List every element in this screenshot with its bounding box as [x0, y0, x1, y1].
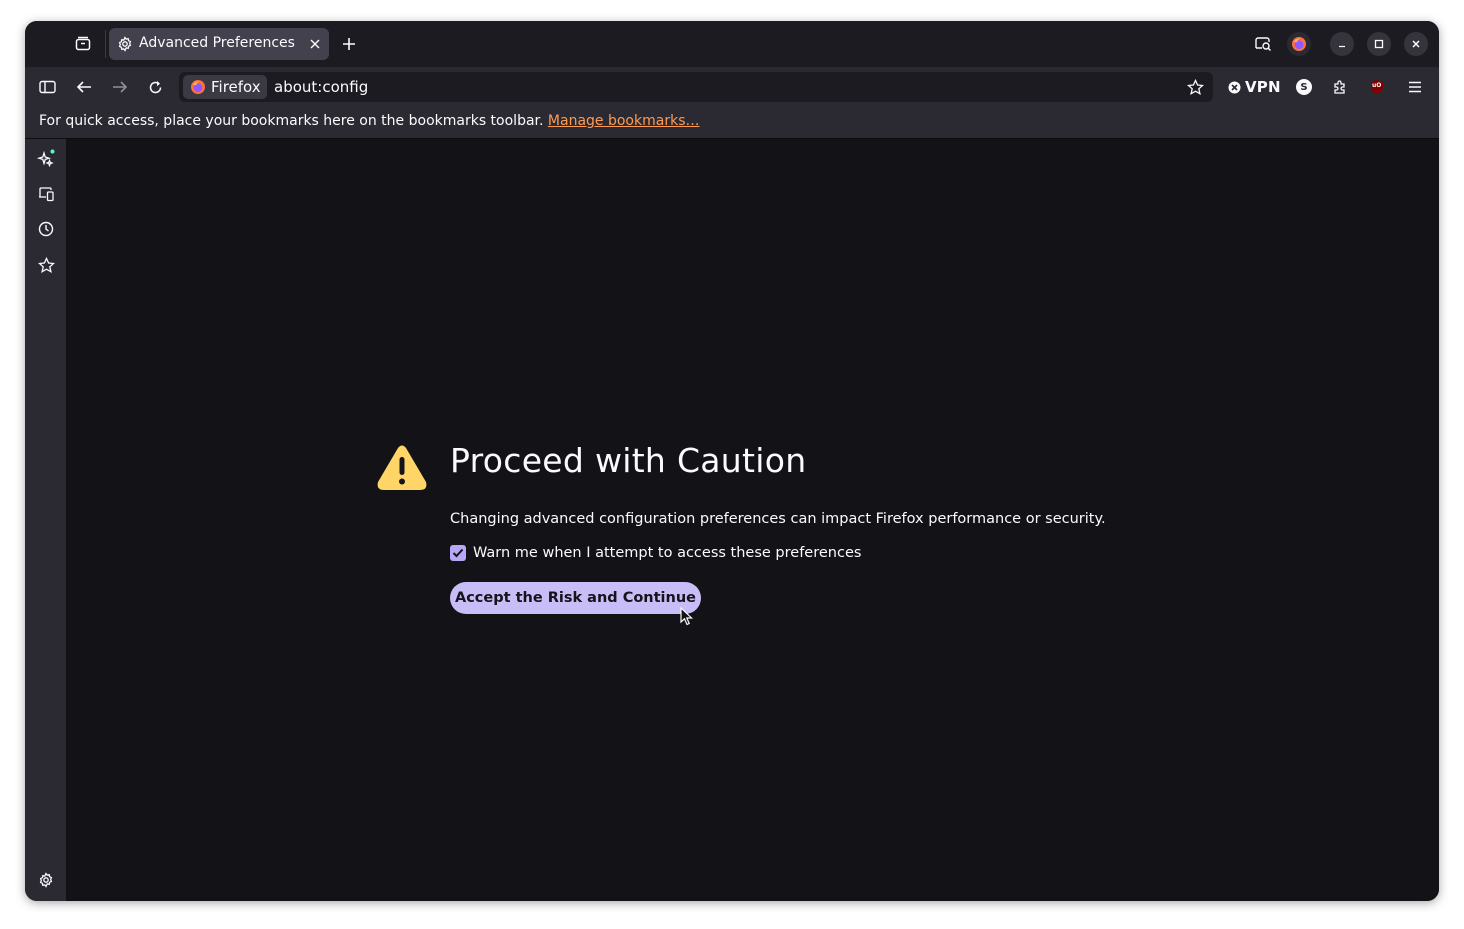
bookmarks-star-icon[interactable]: [37, 256, 55, 274]
tab-close-icon[interactable]: [307, 36, 323, 52]
vpn-status-icon[interactable]: [1228, 81, 1241, 94]
forward-arrow-icon: [111, 78, 129, 96]
account-initial: S: [1300, 81, 1308, 93]
bookmarks-message: For quick access, place your bookmarks h…: [39, 113, 699, 129]
sidebar-toggle-icon[interactable]: [38, 78, 56, 96]
browser-window: Advanced Preferences Firefox about:confi…: [25, 21, 1439, 901]
tab-title: Advanced Preferences: [139, 35, 295, 51]
firefox-account-icon[interactable]: [1287, 32, 1311, 56]
warning-triangle-icon: [376, 444, 428, 496]
bookmarks-hint: For quick access, place your bookmarks h…: [39, 113, 544, 129]
page-title: Proceed with Caution: [450, 441, 807, 480]
ai-chatbot-sparkle-icon[interactable]: [37, 149, 55, 167]
tab-divider: [105, 30, 106, 58]
bookmark-star-icon[interactable]: [1186, 78, 1204, 96]
sidebar-settings-gear-icon[interactable]: [37, 871, 55, 889]
mouse-cursor-icon: [680, 606, 694, 631]
hamburger-menu-icon[interactable]: [1406, 78, 1424, 96]
back-arrow-icon[interactable]: [75, 78, 93, 96]
identity-label: Firefox: [211, 78, 261, 96]
new-tab-icon[interactable]: [340, 35, 358, 53]
synced-tabs-icon[interactable]: [37, 185, 55, 203]
account-avatar-icon[interactable]: S: [1296, 79, 1312, 95]
ublock-label: uO: [1372, 82, 1382, 89]
url-bar[interactable]: Firefox about:config: [179, 72, 1213, 102]
extensions-puzzle-icon[interactable]: [1331, 78, 1349, 96]
tab-overview-icon[interactable]: [73, 34, 93, 54]
warn-checkbox[interactable]: [450, 545, 466, 561]
firefox-logo-icon: [190, 79, 206, 95]
accept-risk-button[interactable]: Accept the Risk and Continue: [450, 582, 701, 614]
url-text[interactable]: about:config: [274, 78, 368, 96]
bookmarks-toolbar: For quick access, place your bookmarks h…: [25, 107, 1439, 139]
maximize-icon[interactable]: [1367, 32, 1391, 56]
sidebar: [25, 139, 66, 901]
nav-bar: Firefox about:config VPN S uO: [25, 67, 1439, 107]
identity-box[interactable]: Firefox: [183, 75, 267, 99]
history-clock-icon[interactable]: [37, 220, 55, 238]
tab-advanced-preferences[interactable]: Advanced Preferences: [109, 28, 329, 60]
vpn-label[interactable]: VPN: [1245, 78, 1281, 96]
ublock-origin-icon[interactable]: uO: [1369, 79, 1385, 95]
gear-icon: [117, 36, 133, 52]
warning-description: Changing advanced configuration preferen…: [450, 511, 1106, 527]
search-tabs-icon[interactable]: [1253, 35, 1273, 53]
reload-icon[interactable]: [146, 78, 164, 96]
close-window-icon[interactable]: [1404, 32, 1428, 56]
manage-bookmarks-link[interactable]: Manage bookmarks…: [548, 113, 700, 129]
page-content: Proceed with Caution Changing advanced c…: [66, 139, 1439, 901]
warn-checkbox-label[interactable]: Warn me when I attempt to access these p…: [473, 545, 861, 561]
tab-strip: Advanced Preferences: [25, 21, 1439, 67]
minimize-icon[interactable]: [1330, 32, 1354, 56]
